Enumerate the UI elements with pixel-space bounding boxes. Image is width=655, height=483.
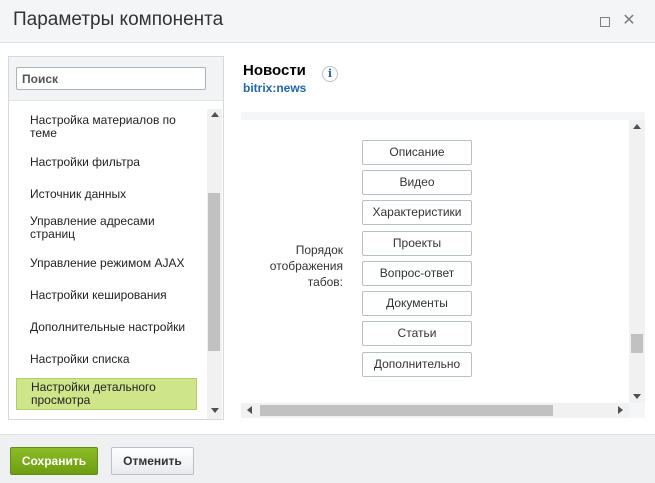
search-bar	[9, 57, 223, 101]
scroll-up-arrow-icon[interactable]	[633, 124, 641, 129]
tab-order-item[interactable]: Дополнительно	[362, 352, 472, 377]
settings-sidebar: Настройка материалов по теме Настройки ф…	[8, 56, 224, 420]
scrollbar-thumb[interactable]	[260, 405, 553, 416]
scrollbar-thumb[interactable]	[631, 334, 643, 353]
component-code: bitrix:news	[243, 81, 307, 95]
tab-order-item[interactable]: Вопрос-ответ	[362, 261, 472, 286]
panel-horizontal-scrollbar[interactable]	[241, 403, 629, 418]
search-input[interactable]	[16, 67, 206, 90]
scroll-right-arrow-icon[interactable]	[618, 406, 623, 414]
parameters-panel: Порядок отображения табов: Описание Виде…	[241, 112, 645, 418]
sidebar-item-data-source[interactable]: Источник данных	[16, 186, 197, 202]
sidebar-item-filter[interactable]: Настройки фильтра	[16, 154, 197, 170]
close-icon[interactable]: ✕	[622, 13, 636, 29]
dialog-title: Параметры компонента	[13, 9, 224, 30]
sidebar-item-related-materials[interactable]: Настройка материалов по теме	[16, 114, 197, 140]
tab-order-item[interactable]: Проекты	[362, 231, 472, 256]
tab-order-item[interactable]: Статьи	[362, 321, 472, 346]
info-icon[interactable]: i	[322, 66, 338, 82]
dialog-footer: Сохранить Отменить	[0, 434, 655, 483]
scroll-left-arrow-icon[interactable]	[247, 406, 252, 414]
tab-order-item[interactable]: Характеристики	[362, 200, 472, 225]
sidebar-item-label: Настройки детального просмотра	[31, 380, 156, 407]
cancel-button[interactable]: Отменить	[111, 447, 194, 475]
sidebar-item-url-management[interactable]: Управление адресами страниц	[16, 215, 197, 241]
tab-order-item[interactable]: Видео	[362, 170, 472, 195]
tab-order-item[interactable]: Документы	[362, 291, 472, 316]
sidebar-item-label: Настройки фильтра	[30, 154, 140, 169]
panel-vertical-scrollbar[interactable]	[629, 120, 645, 403]
sidebar-item-detail-view[interactable]: Настройки детального просмотра	[16, 378, 197, 410]
sidebar-item-label: Управление режимом AJAX	[30, 255, 185, 270]
scroll-up-arrow-icon[interactable]	[211, 112, 219, 117]
parameters-content: Порядок отображения табов: Описание Виде…	[241, 120, 629, 403]
tab-order-label: Порядок отображения табов:	[269, 243, 343, 289]
dialog-titlebar: Параметры компонента ✕	[0, 0, 655, 43]
sidebar-item-label: Настройка материалов по теме	[30, 113, 176, 140]
sidebar-item-label: Дополнительные настройки	[30, 319, 186, 334]
sidebar-item-ajax[interactable]: Управление режимом AJAX	[16, 255, 197, 271]
tab-order-item[interactable]: Описание	[362, 140, 472, 165]
sidebar-item-label: Настройки кеширования	[30, 287, 167, 302]
save-button[interactable]: Сохранить	[10, 447, 98, 475]
sidebar-item-label: Управление адресами страниц	[30, 214, 155, 241]
sidebar-item-label: Источник данных	[30, 186, 127, 201]
scroll-down-arrow-icon[interactable]	[633, 394, 641, 399]
sidebar-item-caching[interactable]: Настройки кеширования	[16, 287, 197, 303]
component-title: Новости	[243, 62, 306, 79]
scrollbar-thumb[interactable]	[208, 193, 220, 351]
sidebar-item-list[interactable]: Настройки списка	[16, 351, 197, 367]
sidebar-scrollbar[interactable]	[207, 109, 222, 419]
scroll-down-arrow-icon[interactable]	[211, 408, 219, 413]
sidebar-item-label: Настройки списка	[30, 351, 130, 366]
sidebar-item-additional[interactable]: Дополнительные настройки	[16, 319, 197, 335]
maximize-icon[interactable]	[597, 14, 611, 28]
